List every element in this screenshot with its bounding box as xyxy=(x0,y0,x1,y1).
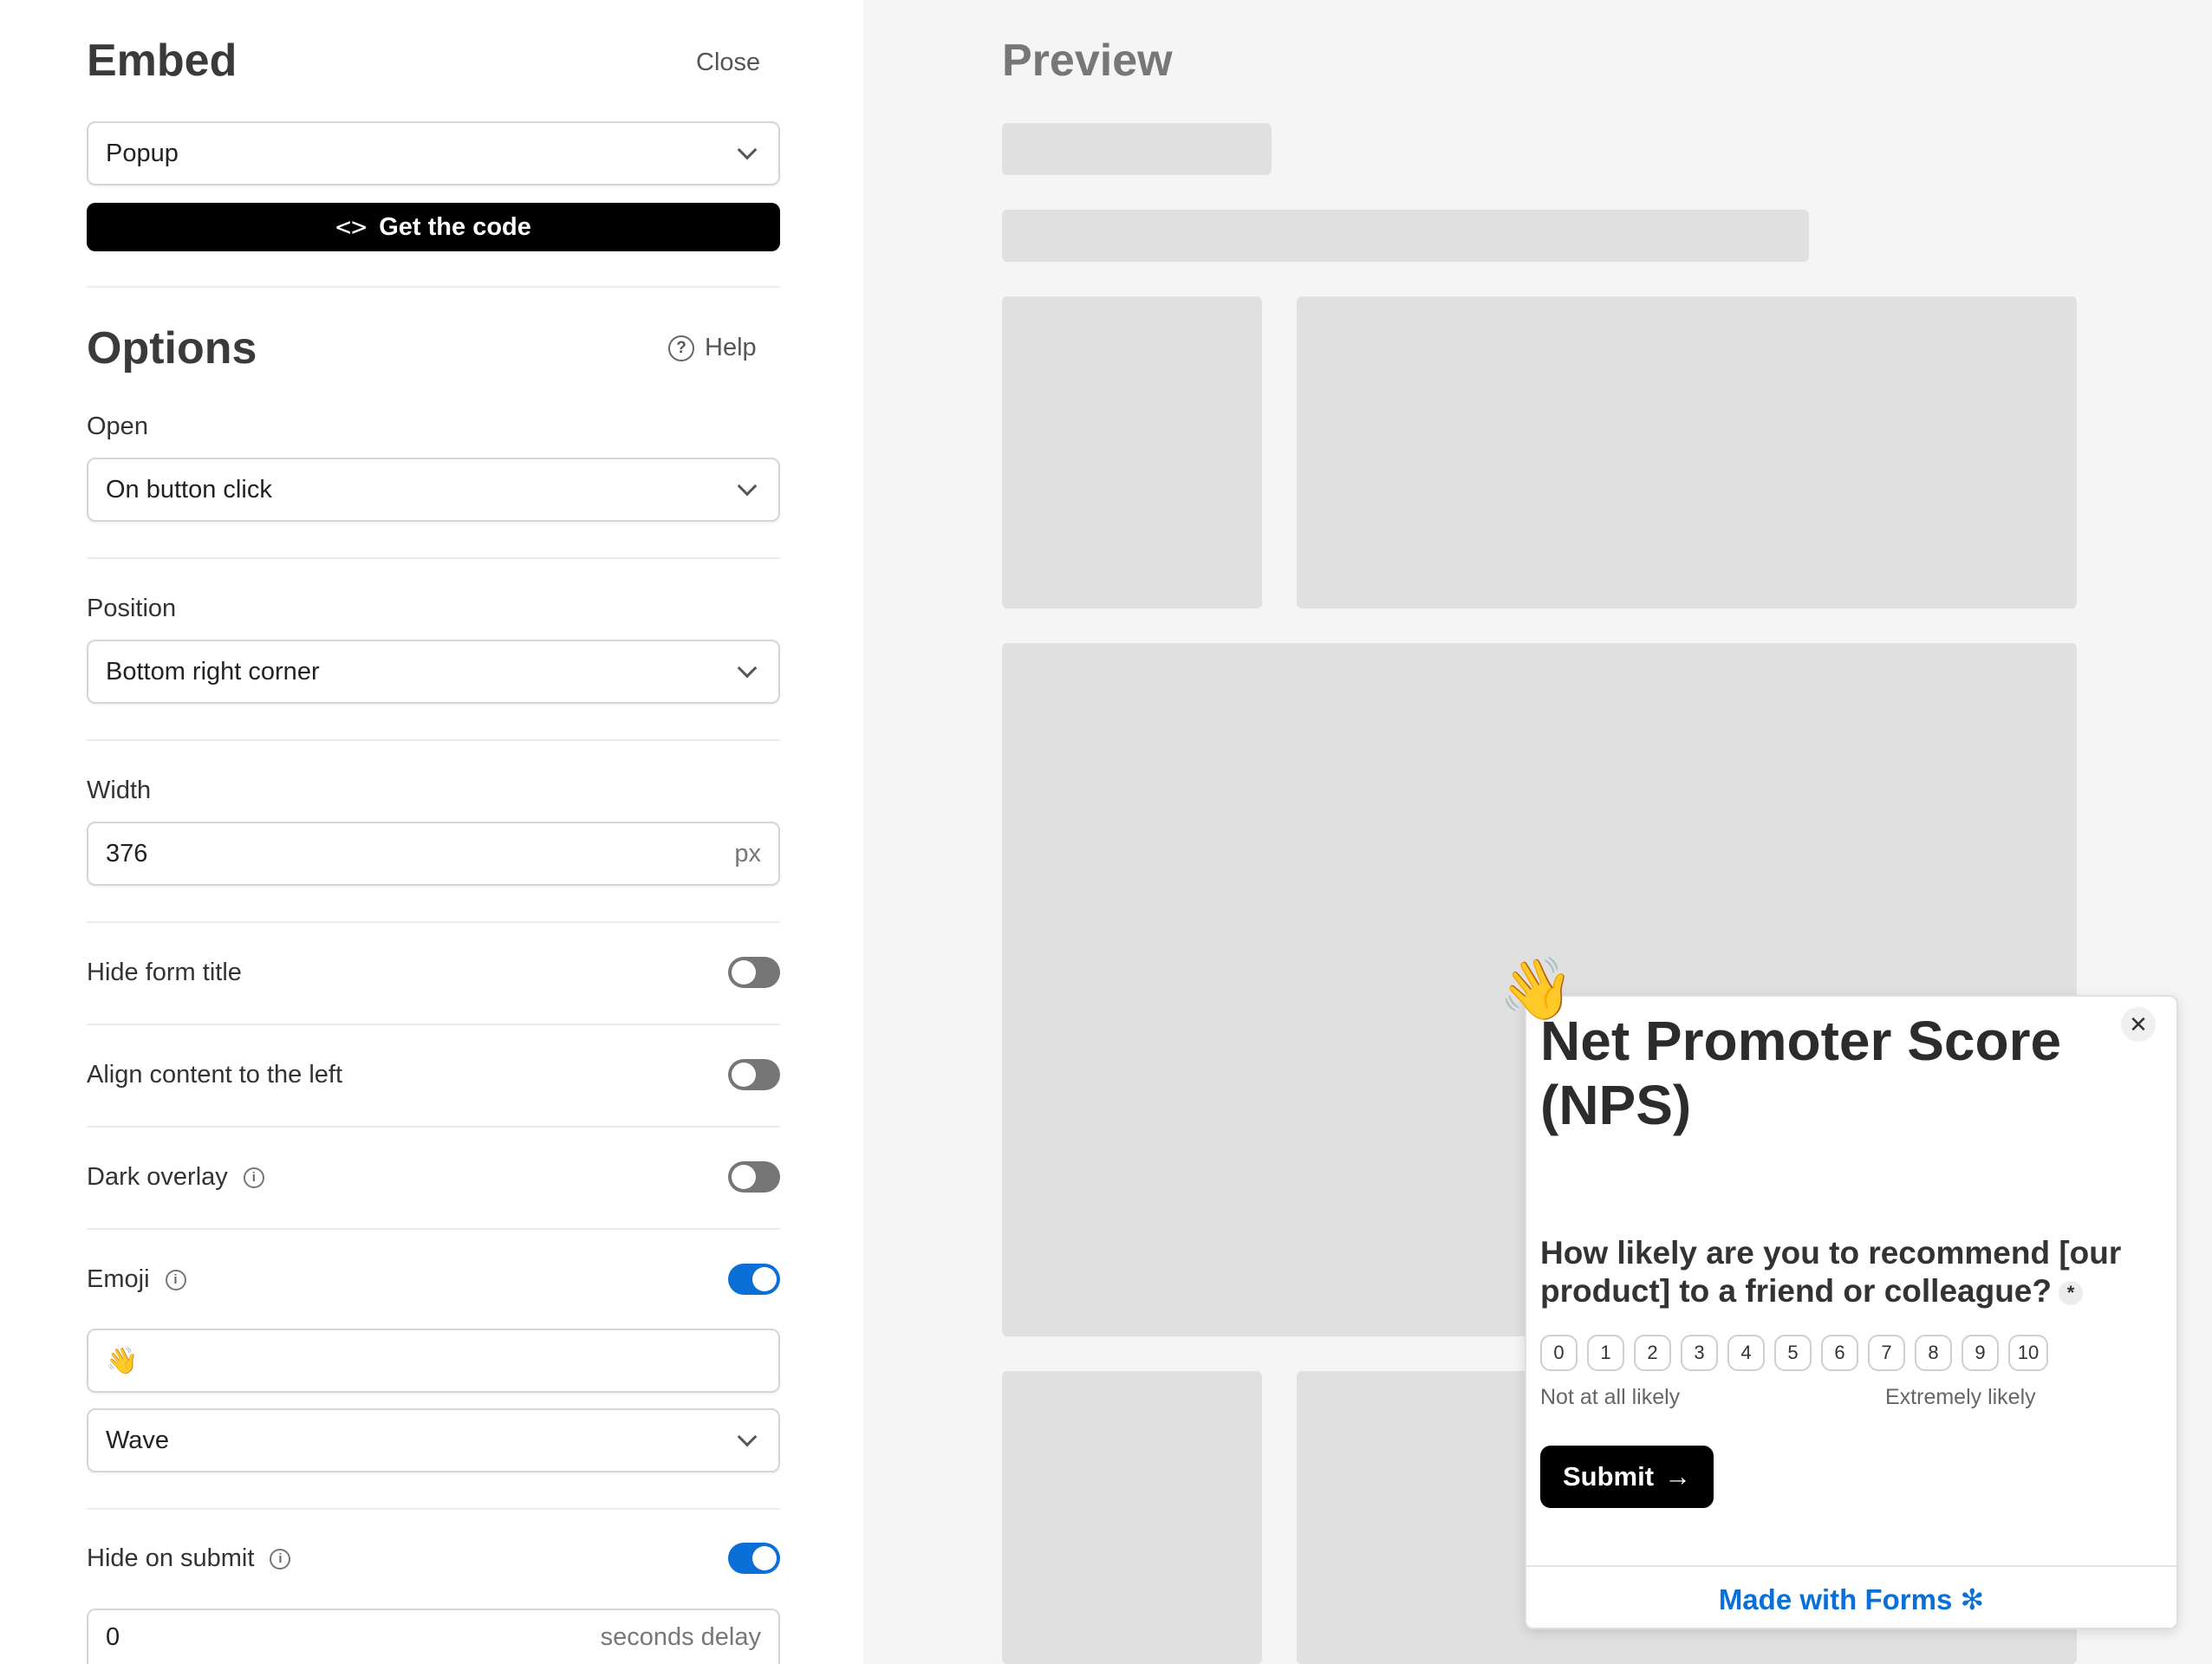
nps-scale-option[interactable]: 8 xyxy=(1915,1335,1952,1371)
toggle-knob xyxy=(732,1063,756,1087)
close-button[interactable]: Close xyxy=(696,49,760,77)
divider xyxy=(87,1126,780,1128)
submit-button[interactable]: Submit → xyxy=(1540,1446,1714,1508)
arrow-right-icon: → xyxy=(1664,1461,1692,1492)
forms-logo-icon: ✻ xyxy=(1960,1583,1985,1615)
chevron-down-icon xyxy=(737,476,758,497)
nps-popup: ✕ Net Promoter Score (NPS) How likely ar… xyxy=(1525,995,2178,1629)
position-value: Bottom right corner xyxy=(106,657,320,686)
divider xyxy=(1526,1565,2176,1567)
open-value: On button click xyxy=(106,475,272,504)
emoji-animation-value: Wave xyxy=(106,1426,170,1454)
nps-scale-option[interactable]: 9 xyxy=(1962,1335,1999,1371)
get-code-button[interactable]: <> Get the code xyxy=(87,203,780,251)
skeleton-block xyxy=(1297,296,2077,608)
skeleton-block xyxy=(1002,210,1809,262)
skeleton-block xyxy=(1002,1371,1262,1664)
delay-unit: seconds delay xyxy=(600,1622,761,1651)
toggle-knob xyxy=(732,1165,756,1189)
position-label: Position xyxy=(87,595,177,622)
toggle-knob xyxy=(752,1546,777,1570)
hide-title-label: Hide form title xyxy=(87,959,242,987)
delay-value: 0 xyxy=(106,1622,120,1651)
align-left-label: Align content to the left xyxy=(87,1061,342,1089)
nps-scale-option[interactable]: 1 xyxy=(1587,1335,1624,1371)
dark-overlay-label: Dark overlay i xyxy=(87,1163,264,1192)
divider xyxy=(87,921,780,923)
toggle-knob xyxy=(732,960,756,985)
skeleton-block xyxy=(1002,123,1272,175)
nps-scale-option[interactable]: 10 xyxy=(2008,1335,2048,1371)
width-unit: px xyxy=(734,839,761,868)
dark-overlay-text: Dark overlay xyxy=(87,1163,228,1191)
code-icon: <> xyxy=(335,211,368,243)
embed-title: Embed xyxy=(87,36,237,86)
position-select[interactable]: Bottom right corner xyxy=(87,640,780,704)
wave-emoji: 👋 xyxy=(1499,953,1575,1024)
divider xyxy=(87,286,780,288)
nps-scale-option[interactable]: 0 xyxy=(1540,1335,1578,1371)
emoji-value: 👋 xyxy=(106,1345,139,1376)
divider xyxy=(87,1228,780,1230)
info-icon[interactable]: i xyxy=(165,1269,186,1290)
question-text: How likely are you to recommend [our pro… xyxy=(1540,1235,2122,1309)
nps-scale-option[interactable]: 5 xyxy=(1774,1335,1812,1371)
divider xyxy=(87,1024,780,1025)
toggle-knob xyxy=(752,1267,777,1291)
info-icon[interactable]: i xyxy=(243,1167,264,1188)
scale-high-label: Extremely likely xyxy=(1885,1385,2036,1409)
info-icon[interactable]: i xyxy=(270,1548,291,1570)
help-label: Help xyxy=(705,334,757,361)
skeleton-block xyxy=(1002,296,1262,608)
hide-submit-text: Hide on submit xyxy=(87,1544,255,1572)
made-with-link[interactable]: Made with Forms ✻ xyxy=(1526,1583,2176,1616)
emoji-text: Emoji xyxy=(87,1265,150,1293)
nps-scale-option[interactable]: 7 xyxy=(1868,1335,1905,1371)
help-icon: ? xyxy=(668,335,694,361)
dark-overlay-toggle[interactable] xyxy=(728,1161,780,1193)
scale-low-label: Not at all likely xyxy=(1540,1385,1681,1409)
embed-type-value: Popup xyxy=(106,139,179,167)
nps-scale-option[interactable]: 4 xyxy=(1727,1335,1765,1371)
divider xyxy=(87,1508,780,1510)
hide-title-toggle[interactable] xyxy=(728,957,780,988)
emoji-toggle[interactable] xyxy=(728,1264,780,1295)
popup-close-button[interactable]: ✕ xyxy=(2121,1007,2156,1042)
nps-scale-option[interactable]: 2 xyxy=(1634,1335,1671,1371)
chevron-down-icon xyxy=(737,1427,758,1447)
align-left-toggle[interactable] xyxy=(728,1059,780,1090)
emoji-animation-select[interactable]: Wave xyxy=(87,1408,780,1472)
width-value: 376 xyxy=(106,839,148,868)
options-title: Options xyxy=(87,323,257,374)
width-label: Width xyxy=(87,777,152,804)
submit-label: Submit xyxy=(1562,1461,1655,1492)
chevron-down-icon xyxy=(737,658,758,679)
popup-question: How likely are you to recommend [our pro… xyxy=(1540,1234,2147,1310)
nps-scale-option[interactable]: 3 xyxy=(1681,1335,1718,1371)
hide-submit-toggle[interactable] xyxy=(728,1543,780,1574)
chevron-down-icon xyxy=(737,140,758,160)
emoji-label: Emoji i xyxy=(87,1265,186,1294)
width-input[interactable]: 376 px xyxy=(87,822,780,886)
close-icon: ✕ xyxy=(2129,1011,2148,1037)
made-with-text: Made with Forms xyxy=(1718,1583,1953,1615)
get-code-label: Get the code xyxy=(379,212,531,241)
divider xyxy=(87,557,780,559)
embed-panel: Embed Close Popup <> Get the code Option… xyxy=(0,0,863,1664)
nps-scale: 0 1 2 3 4 5 6 7 8 9 10 xyxy=(1540,1335,2048,1371)
hide-submit-label: Hide on submit i xyxy=(87,1544,291,1573)
nps-scale-option[interactable]: 6 xyxy=(1821,1335,1858,1371)
preview-title: Preview xyxy=(1002,36,1173,86)
open-label: Open xyxy=(87,413,148,440)
delay-input[interactable]: 0 seconds delay xyxy=(87,1609,780,1664)
divider xyxy=(87,739,780,741)
required-mark: * xyxy=(2058,1281,2083,1306)
embed-type-select[interactable]: Popup xyxy=(87,121,780,185)
help-button[interactable]: ? Help xyxy=(668,334,757,362)
hide-title-text: Hide form title xyxy=(87,959,242,986)
popup-title: Net Promoter Score (NPS) xyxy=(1540,1010,2062,1136)
align-left-text: Align content to the left xyxy=(87,1061,343,1089)
emoji-input[interactable]: 👋 xyxy=(87,1329,780,1393)
open-select[interactable]: On button click xyxy=(87,458,780,522)
